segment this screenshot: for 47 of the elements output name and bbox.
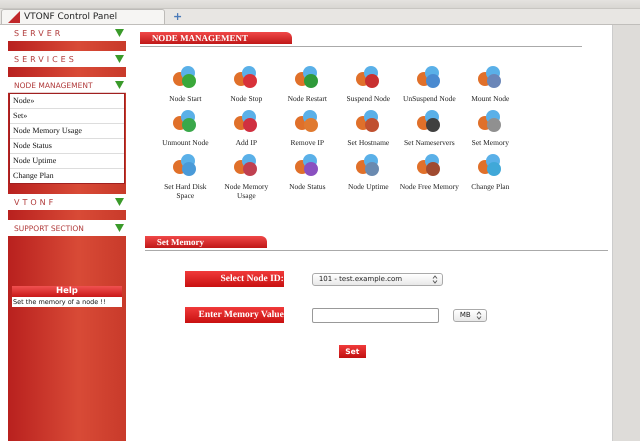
updown-icon: [476, 310, 482, 320]
triangle-icon: [114, 81, 124, 89]
circles-icon: [477, 65, 504, 89]
triangle-icon: [114, 224, 124, 232]
triangle-icon: [114, 55, 124, 63]
section-heading: NODE MANAGEMENT: [140, 32, 292, 44]
tab-title: VTONF Control Panel: [24, 12, 118, 22]
field-label: Select Node ID:: [184, 271, 284, 287]
circles-icon: [355, 109, 382, 133]
circles-icon: [294, 153, 320, 177]
menu-item[interactable]: Node Uptime: [10, 154, 124, 169]
circles-icon: [477, 109, 504, 133]
circles-icon: [294, 65, 320, 89]
section-title: SERVER: [14, 28, 64, 38]
circles-icon: [172, 109, 198, 133]
updown-icon: [432, 274, 438, 284]
help-title: Help: [12, 286, 122, 297]
triangle-icon: [114, 198, 124, 206]
logo-icon: [8, 11, 20, 23]
field-label: Enter Memory Value: [184, 307, 284, 323]
menu-item[interactable]: Set»: [10, 109, 124, 124]
circles-icon: [172, 65, 198, 89]
circles-icon: [233, 65, 260, 89]
circles-icon: [355, 65, 382, 89]
circles-icon: [416, 65, 442, 89]
section-header[interactable]: VTONF: [8, 194, 126, 210]
circles-icon: [233, 153, 260, 177]
memory-input[interactable]: [312, 308, 439, 322]
menu-item[interactable]: Node Memory Usage: [10, 124, 124, 139]
menu-item[interactable]: Node Status: [10, 139, 124, 154]
section-header[interactable]: SERVICES: [8, 51, 126, 67]
section-header[interactable]: SERVER: [8, 25, 126, 41]
circles-icon: [477, 153, 504, 177]
new-tab-button[interactable]: +: [173, 10, 182, 24]
browser-tab[interactable]: VTONF Control Panel: [1, 9, 165, 24]
circles-icon: [416, 153, 442, 177]
section-title: VTONF: [14, 198, 56, 206]
menu-item[interactable]: Change Plan: [10, 169, 124, 183]
circles-icon: [172, 153, 198, 177]
circles-icon: [355, 153, 382, 177]
circles-icon: [294, 109, 320, 133]
section-heading: Set Memory: [144, 236, 267, 248]
section-title: SERVICES: [14, 54, 77, 64]
circles-icon: [233, 109, 260, 133]
circles-icon: [416, 109, 442, 133]
menu-item[interactable]: Node»: [10, 94, 124, 109]
triangle-icon: [114, 29, 124, 37]
